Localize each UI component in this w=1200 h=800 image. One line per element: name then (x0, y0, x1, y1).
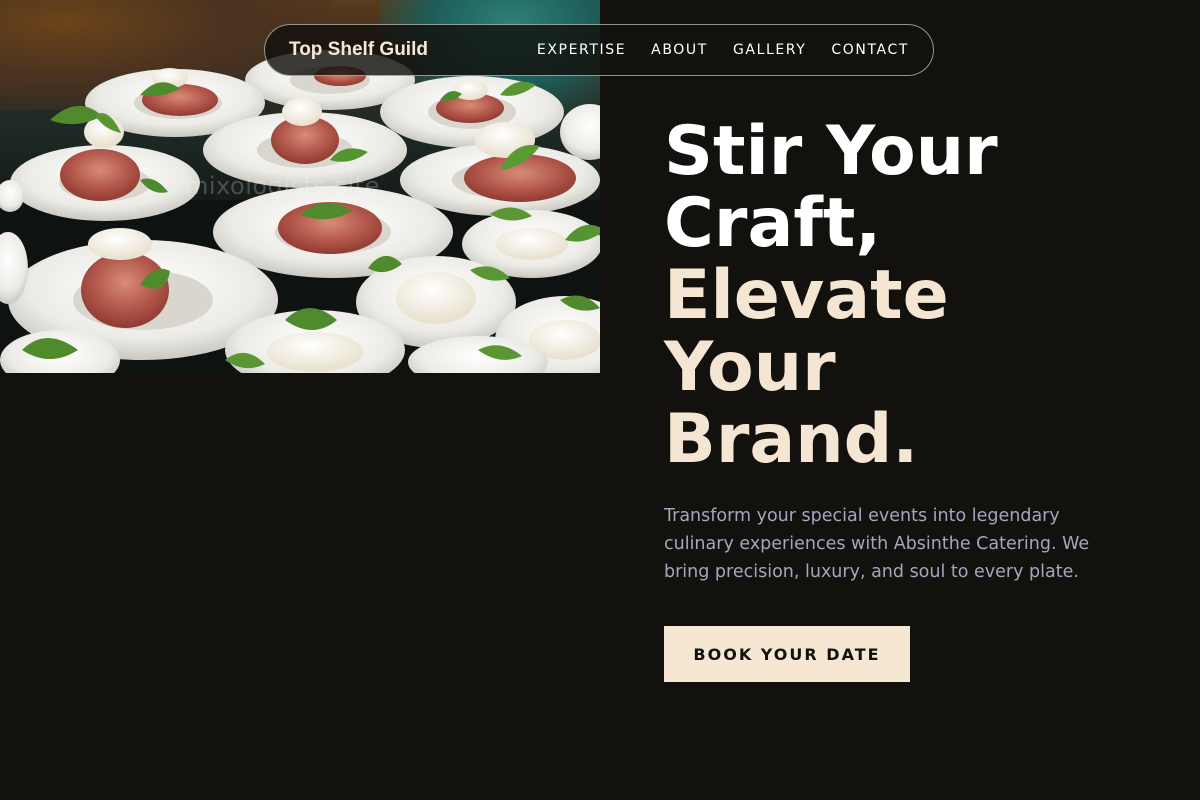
page: mixologists.site Top Shelf Guild EXPERTI… (0, 0, 1200, 800)
navbar: Top Shelf Guild EXPERTISE ABOUT GALLERY … (264, 24, 934, 76)
headline-accent-line-3: Brand. (664, 400, 919, 479)
nav-link-contact[interactable]: CONTACT (831, 42, 909, 58)
headline-accent-line-1: Elevate (664, 256, 949, 335)
hero-headline: Stir Your Craft, Elevate Your Brand. (664, 116, 1184, 476)
image-watermark: mixologists.site (185, 172, 380, 200)
headline-line-2: Craft, (664, 184, 882, 263)
nav-link-expertise[interactable]: EXPERTISE (537, 42, 626, 58)
book-your-date-button[interactable]: BOOK YOUR DATE (664, 626, 910, 682)
nav-links: EXPERTISE ABOUT GALLERY CONTACT (537, 42, 909, 58)
headline-accent-line-2: Your (664, 328, 836, 407)
headline-line-1: Stir Your (664, 112, 998, 191)
brand-logo[interactable]: Top Shelf Guild (289, 39, 428, 61)
hero-subtext: Transform your special events into legen… (664, 506, 1090, 582)
nav-link-gallery[interactable]: GALLERY (733, 42, 806, 58)
nav-link-about[interactable]: ABOUT (651, 42, 708, 58)
